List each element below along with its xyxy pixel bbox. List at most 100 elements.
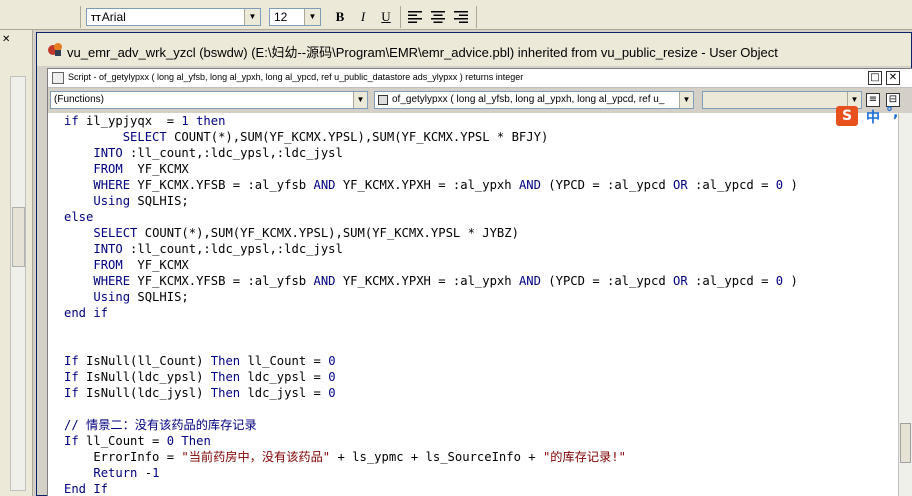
code-line[interactable]: else <box>64 209 93 225</box>
code-line[interactable]: If ll_Count = 0 Then <box>64 433 211 449</box>
italic-button[interactable]: I <box>353 8 373 26</box>
code-token: SELECT <box>122 130 167 144</box>
code-token: IsNull(ldc_jysl) <box>78 386 211 400</box>
maximize-button[interactable]: □ <box>868 71 882 85</box>
code-token: 1 <box>152 466 160 480</box>
code-line[interactable]: WHERE YF_KCMX.YFSB = :al_yfsb AND YF_KCM… <box>64 273 797 289</box>
code-token: if <box>64 114 87 128</box>
script-titlebar[interactable]: Script - of_getylypxx ( long al_yfsb, lo… <box>48 69 912 88</box>
close-icon[interactable]: ✕ <box>2 34 10 45</box>
code-line[interactable]: SELECT COUNT(*),SUM(YF_KCMX.YPSL),SUM(YF… <box>64 129 549 145</box>
code-token: Then <box>210 354 241 368</box>
code-line[interactable]: end if <box>64 305 108 321</box>
list-icon: ≡ <box>868 94 878 105</box>
code-token: FROM <box>93 258 123 272</box>
code-token: Then <box>210 386 241 400</box>
split-icon: ⊟ <box>888 94 898 105</box>
code-line[interactable]: Return -1 <box>64 465 159 481</box>
code-line[interactable]: If IsNull(ldc_ypsl) Then ldc_ypsl = 0 <box>64 369 336 385</box>
code-token: AND <box>313 178 336 192</box>
code-token: 0 <box>328 386 336 400</box>
code-line[interactable]: FROM YF_KCMX <box>64 257 188 273</box>
code-line[interactable]: if il_ypjyqx = 1 then <box>64 113 225 129</box>
chevron-down-icon[interactable]: ▼ <box>679 92 693 108</box>
left-docked-pane: ✕ <box>0 30 33 496</box>
format-toolbar: TTArial ▼ 12 ▼ B I U <box>0 0 912 30</box>
align-right-button[interactable] <box>451 8 471 26</box>
script-code-editor[interactable]: if il_ypjyqx = 1 then SELECT COUNT(*),SU… <box>48 113 900 496</box>
code-token: :ll_count,:ldc_ypsl,:ldc_jysl <box>122 242 343 256</box>
code-token: WHERE <box>93 274 131 288</box>
window-title: vu_emr_adv_wrk_yzcl (bswdw) (E:\妇幼--源码\P… <box>67 45 778 60</box>
code-line[interactable]: INTO :ll_count,:ldc_ypsl,:ldc_jysl <box>64 145 342 161</box>
code-token: "的库存记录!" <box>542 450 626 464</box>
chevron-down-icon[interactable]: ▼ <box>353 92 367 108</box>
code-vertical-scrollbar[interactable] <box>898 113 912 496</box>
code-line[interactable]: If IsNull(ll_Count) Then ll_Count = 0 <box>64 353 336 369</box>
punctuation-icon[interactable]: °, <box>886 105 898 121</box>
ime-mode-label[interactable]: 中 <box>866 107 880 127</box>
code-token: ll_Count = <box>78 434 167 448</box>
code-line[interactable]: SELECT COUNT(*),SUM(YF_KCMX.YPSL),SUM(YF… <box>64 225 519 241</box>
left-pane-scrollbar[interactable] <box>10 76 26 491</box>
script-list-icon <box>378 95 388 105</box>
functions-select[interactable]: (Functions) ▼ <box>50 91 368 109</box>
code-token: 1 <box>181 114 189 128</box>
user-object-window: vu_emr_adv_wrk_yzcl (bswdw) (E:\妇幼--源码\P… <box>36 32 912 496</box>
code-line[interactable]: FROM YF_KCMX <box>64 161 188 177</box>
code-token: then <box>188 114 226 128</box>
bold-button[interactable]: B <box>330 8 350 26</box>
event-signature-select[interactable]: of_getylypxx ( long al_yfsb, long al_ypx… <box>374 91 694 109</box>
code-token: SQLHIS; <box>130 290 189 304</box>
align-center-button[interactable] <box>428 8 448 26</box>
chevron-down-icon[interactable]: ▼ <box>304 9 320 25</box>
code-token: COUNT(*),SUM(YF_KCMX.YPSL),SUM(YF_KCMX.Y… <box>137 226 519 240</box>
code-line[interactable]: Using SQLHIS; <box>64 193 189 209</box>
align-left-button[interactable] <box>405 8 425 26</box>
window-titlebar[interactable]: vu_emr_adv_wrk_yzcl (bswdw) (E:\妇幼--源码\P… <box>37 33 911 66</box>
code-token: SQLHIS; <box>130 194 189 208</box>
code-line[interactable]: WHERE YF_KCMX.YFSB = :al_yfsb AND YF_KCM… <box>64 177 798 193</box>
font-size-dropdown[interactable]: 12 ▼ <box>269 8 321 26</box>
code-token: If <box>64 354 79 368</box>
close-icon: ✕ <box>888 72 898 83</box>
code-token: Then <box>210 370 241 384</box>
code-token: il_ypjyqx = <box>86 114 182 128</box>
user-object-icon <box>48 43 62 56</box>
font-name-dropdown[interactable]: TTArial ▼ <box>86 8 261 26</box>
truetype-icon: TT <box>91 14 101 23</box>
code-line[interactable]: Using SQLHIS; <box>64 289 189 305</box>
underline-button[interactable]: U <box>376 8 396 26</box>
event-signature-value: of_getylypxx ( long al_yfsb, long al_ypx… <box>392 94 665 105</box>
code-line[interactable]: If IsNull(ldc_jysl) Then ldc_jysl = 0 <box>64 385 336 401</box>
script-icon <box>52 72 64 84</box>
scrollbar-thumb[interactable] <box>900 423 911 463</box>
ime-toolbar[interactable]: S 中 °, <box>836 105 912 127</box>
code-line[interactable]: ErrorInfo = "当前药房中，没有该药品" + ls_ypmc + ls… <box>64 449 626 465</box>
code-token: If <box>64 370 79 384</box>
code-line[interactable]: INTO :ll_count,:ldc_ypsl,:ldc_jysl <box>64 241 343 257</box>
code-token: AND <box>518 178 541 192</box>
font-name-value: Arial <box>101 10 126 24</box>
code-token: ) <box>783 178 798 192</box>
code-line[interactable]: // 情景二：没有该药品的库存记录 <box>64 417 257 433</box>
code-token: FROM <box>93 162 123 176</box>
code-token: INTO <box>93 242 123 256</box>
code-token: OR <box>673 274 688 288</box>
code-token: IsNull(ll_Count) <box>78 354 211 368</box>
scrollbar-thumb[interactable] <box>12 207 25 267</box>
chevron-down-icon[interactable]: ▼ <box>244 9 260 25</box>
close-button[interactable]: ✕ <box>886 71 900 85</box>
align-center-icon <box>431 11 445 23</box>
toolbar-separator <box>476 6 477 28</box>
code-token: else <box>64 210 94 224</box>
code-token: Using <box>93 290 131 304</box>
code-line[interactable]: End If <box>64 481 108 496</box>
maximize-icon: □ <box>870 72 880 83</box>
